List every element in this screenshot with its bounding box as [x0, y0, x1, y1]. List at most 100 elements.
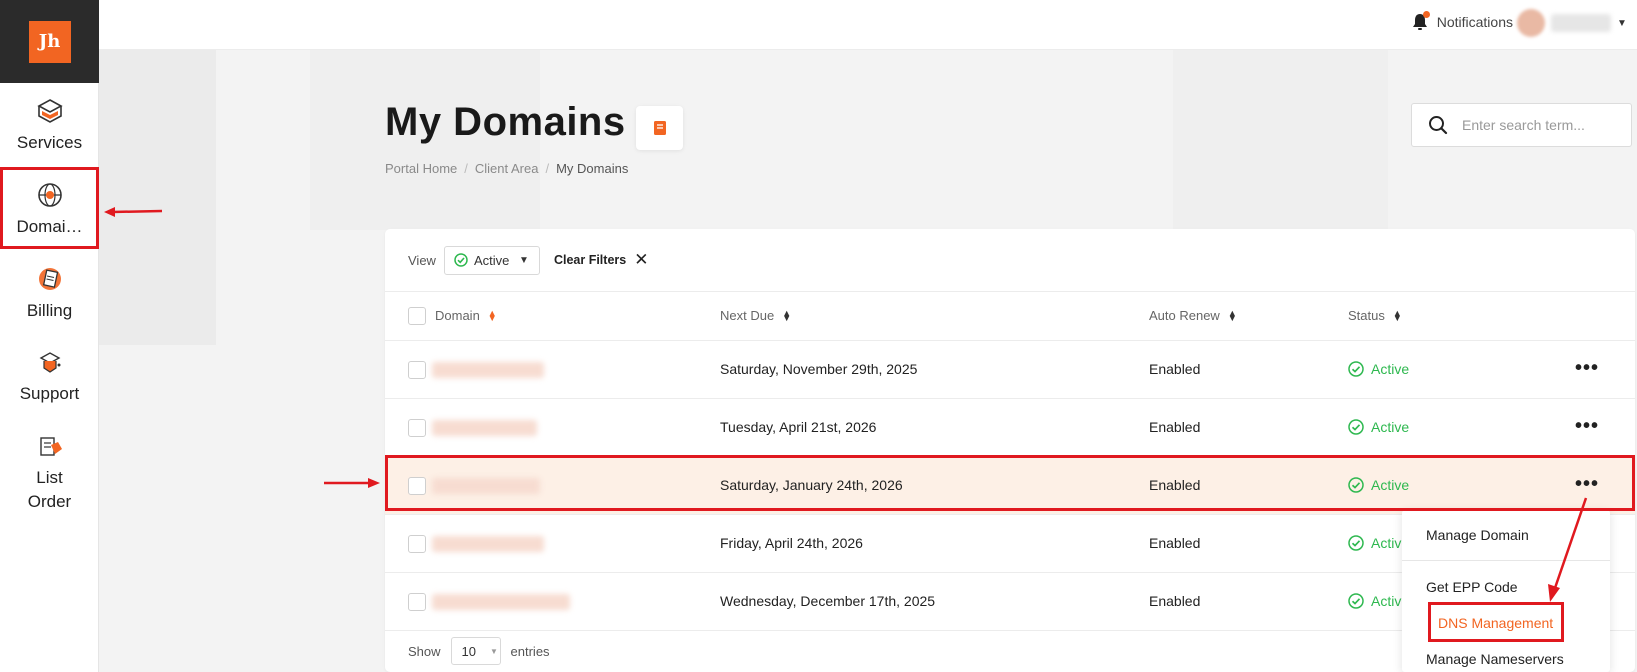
- sort-icon: ▲ ▼: [487, 307, 497, 323]
- invoice-icon: [38, 268, 61, 290]
- support-icon: [39, 352, 60, 373]
- table-row[interactable]: Tuesday, April 21st, 2026 Enabled Active…: [385, 399, 1635, 457]
- sidebar-item-label: Services: [16, 133, 83, 152]
- search-icon: [1429, 116, 1448, 135]
- row-checkbox[interactable]: [408, 477, 426, 495]
- sidebar-item-label: List Order: [27, 468, 72, 511]
- row-actions-button[interactable]: •••: [1575, 415, 1599, 438]
- caret-down-icon: ▼: [490, 646, 498, 656]
- breadcrumb: Portal Home / Client Area / My Domains: [385, 161, 628, 176]
- check-circle-icon: [1348, 361, 1364, 377]
- breadcrumb-separator: /: [545, 161, 550, 176]
- user-menu[interactable]: ▼: [1517, 4, 1629, 42]
- column-label: Auto Renew: [1149, 308, 1220, 323]
- sort-icon: ▲ ▼: [1227, 307, 1237, 323]
- column-header-domain[interactable]: Domain ▲ ▼: [435, 308, 497, 323]
- show-label: Show: [408, 643, 441, 659]
- sort-icon: ▲ ▼: [782, 307, 792, 323]
- status-badge: Active: [1348, 419, 1409, 435]
- domain-name-redacted[interactable]: [432, 536, 544, 552]
- next-due-date: Saturday, November 29th, 2025: [720, 361, 918, 377]
- breadcrumb-link[interactable]: Client Area: [475, 161, 539, 176]
- user-name-redacted: [1551, 14, 1611, 32]
- clear-filters-label: Clear Filters: [553, 253, 627, 267]
- entries-label: entries: [510, 643, 550, 659]
- entries-per-page-select[interactable]: 10 ▼: [450, 637, 501, 665]
- domain-name-redacted[interactable]: [432, 420, 537, 436]
- status-badge: Active: [1348, 535, 1409, 551]
- annotation-arrow: [104, 207, 163, 217]
- check-circle-icon: [1348, 593, 1364, 609]
- auto-renew-value: Enabled: [1149, 593, 1201, 609]
- auto-renew-value: Enabled: [1149, 477, 1201, 493]
- status-label: Active: [1371, 361, 1410, 377]
- row-checkbox[interactable]: [408, 593, 426, 611]
- notifications-button[interactable]: Notifications: [1412, 11, 1513, 31]
- row-checkbox[interactable]: [408, 419, 426, 437]
- status-label: Active: [1371, 477, 1410, 493]
- status-badge: Active: [1348, 477, 1409, 493]
- column-header-auto-renew[interactable]: Auto Renew ▲ ▼: [1149, 308, 1237, 323]
- domain-name-redacted[interactable]: [432, 594, 570, 610]
- background-shape: [99, 50, 216, 345]
- row-actions-button[interactable]: •••: [1575, 357, 1599, 380]
- status-badge: Active: [1348, 593, 1409, 609]
- sidebar-item-support[interactable]: Support: [0, 348, 99, 406]
- sidebar-item-billing[interactable]: Billing: [0, 265, 99, 323]
- column-header-status[interactable]: Status ▲ ▼: [1348, 308, 1402, 323]
- search-input[interactable]: [1462, 117, 1612, 133]
- row-checkbox[interactable]: [408, 361, 426, 379]
- column-label: Domain: [435, 308, 480, 323]
- brand-logo[interactable]: Jh: [28, 20, 71, 63]
- domain-name-redacted[interactable]: [432, 478, 540, 494]
- logo-container: Jh: [0, 0, 99, 83]
- sidebar-item-list-order[interactable]: List Order: [0, 432, 99, 514]
- view-filter-value: Active: [473, 252, 510, 268]
- table-header: Domain ▲ ▼ Next Due ▲ ▼ Auto Renew ▲ ▼ Stat…: [385, 292, 1635, 341]
- sidebar-item-label: Support: [19, 384, 80, 403]
- row-checkbox[interactable]: [408, 535, 426, 553]
- annotation-arrow: [324, 478, 380, 488]
- view-label: View: [408, 252, 436, 268]
- menu-item-manage-nameservers[interactable]: Manage Nameservers: [1426, 651, 1564, 667]
- menu-item-manage-domain[interactable]: Manage Domain: [1426, 527, 1529, 543]
- sidebar-item-services[interactable]: Services: [0, 97, 99, 155]
- next-due-date: Wednesday, December 17th, 2025: [720, 593, 936, 609]
- auto-renew-value: Enabled: [1149, 535, 1201, 551]
- globe-icon: [37, 183, 62, 207]
- sort-icon: ▲ ▼: [1392, 307, 1402, 323]
- knowledgebase-button[interactable]: [636, 106, 683, 150]
- table-row-highlighted[interactable]: Saturday, January 24th, 2026 Enabled Act…: [385, 457, 1635, 515]
- next-due-date: Friday, April 24th, 2026: [720, 535, 863, 551]
- domain-name-redacted[interactable]: [432, 362, 544, 378]
- auto-renew-value: Enabled: [1149, 361, 1201, 377]
- caret-down-icon: ▼: [519, 254, 529, 266]
- next-due-date: Saturday, January 24th, 2026: [720, 477, 903, 493]
- clear-filters-button[interactable]: Clear Filters ✕: [554, 250, 649, 270]
- book-icon: [653, 121, 666, 135]
- check-circle-icon: [454, 253, 468, 267]
- menu-item-dns-management[interactable]: DNS Management: [1438, 615, 1553, 631]
- table-row[interactable]: Saturday, November 29th, 2025 Enabled Ac…: [385, 341, 1635, 399]
- check-circle-icon: [1348, 477, 1364, 493]
- sidebar-item-domains[interactable]: Domai…: [0, 181, 99, 239]
- entries-per-page-value: 10: [461, 643, 476, 659]
- breadcrumb-current: My Domains: [556, 161, 629, 176]
- column-header-next-due[interactable]: Next Due ▲ ▼: [720, 308, 791, 323]
- menu-item-get-epp-code[interactable]: Get EPP Code: [1426, 579, 1518, 595]
- select-all-checkbox[interactable]: [408, 307, 426, 325]
- next-due-date: Tuesday, April 21st, 2026: [720, 419, 877, 435]
- table-length-control: Show 10 ▼ entries: [408, 637, 550, 665]
- notification-dot: [1422, 11, 1430, 18]
- chevron-down-icon: ▼: [1617, 17, 1627, 29]
- top-header: Notifications ▼: [99, 0, 1637, 50]
- auto-renew-value: Enabled: [1149, 419, 1201, 435]
- view-filter-select[interactable]: Active ▼: [443, 245, 540, 275]
- page-title: My Domains: [385, 100, 626, 144]
- bell-icon: [1412, 11, 1430, 31]
- column-label: Next Due: [720, 308, 775, 323]
- search-box: [1411, 103, 1632, 147]
- order-list-icon: [39, 437, 62, 456]
- breadcrumb-separator: /: [464, 161, 468, 176]
- breadcrumb-link[interactable]: Portal Home: [385, 161, 457, 176]
